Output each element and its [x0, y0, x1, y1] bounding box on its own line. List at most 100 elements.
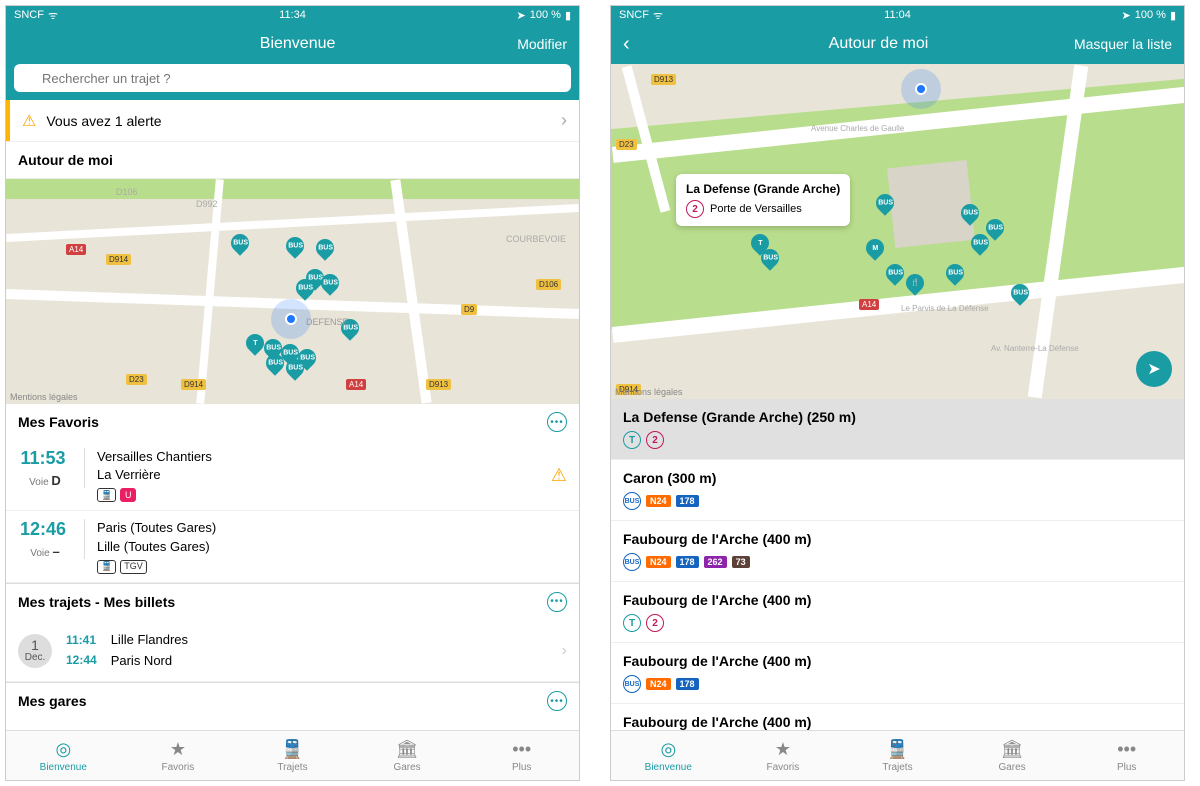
- tab-label: Gares: [998, 762, 1025, 773]
- tab-plus[interactable]: ••• Plus: [1069, 731, 1184, 780]
- tab-label: Bienvenue: [40, 762, 87, 773]
- line-badge: 178: [676, 556, 699, 568]
- tab-label: Bienvenue: [645, 762, 692, 773]
- destination-secondary: La Verrière: [97, 466, 539, 484]
- stop-name: Faubourg de l'Arche (400 m): [623, 653, 1172, 669]
- map-callout[interactable]: La Defense (Grande Arche) 2Porte de Vers…: [676, 174, 850, 226]
- favorites-more-button[interactable]: •••: [547, 412, 567, 432]
- trip-date: 1 Dec.: [18, 634, 52, 668]
- stop-name: Caron (300 m): [623, 470, 1172, 486]
- favoris-icon: ★: [775, 739, 791, 760]
- stop-item[interactable]: Caron (300 m) BUS N24 178: [611, 460, 1184, 521]
- bus-badge: BUS: [623, 492, 641, 510]
- line-badge: N24: [646, 556, 671, 568]
- plus-icon: •••: [512, 739, 531, 760]
- status-bar: SNCFᯤ 11:34 ➤100 %▮: [6, 6, 579, 24]
- carrier: SNCF: [14, 9, 44, 21]
- destination-primary: Versailles Chantiers: [97, 448, 539, 466]
- tab-bienvenue[interactable]: ◎ Bienvenue: [611, 731, 726, 780]
- departure-time: 11:53: [18, 448, 68, 469]
- tab-label: Gares: [393, 762, 420, 773]
- tram-badge: T: [623, 614, 641, 632]
- tab-favoris[interactable]: ★ Favoris: [121, 731, 236, 780]
- tab-trajets[interactable]: 🚆 Trajets: [235, 731, 350, 780]
- destination-primary: Paris (Toutes Gares): [97, 519, 567, 537]
- line-badge: 178: [676, 495, 699, 507]
- line-badge: 178: [676, 678, 699, 690]
- tab-trajets[interactable]: 🚆 Trajets: [840, 731, 955, 780]
- stop-item[interactable]: Faubourg de l'Arche (400 m) T2: [611, 704, 1184, 730]
- map-full[interactable]: D913 D23 A14 D914 Le Parvis de La Défens…: [611, 64, 1184, 399]
- track-label: Voie D: [18, 473, 72, 488]
- battery-text: 100 %: [1135, 9, 1166, 21]
- stop-item[interactable]: Faubourg de l'Arche (400 m) T2: [611, 582, 1184, 643]
- stop-item[interactable]: Faubourg de l'Arche (400 m) BUSN24178: [611, 643, 1184, 704]
- departure-time: 12:46: [18, 519, 68, 540]
- locate-button[interactable]: ➤: [1136, 351, 1172, 387]
- stations-title: Mes gares: [18, 693, 86, 709]
- trip-stations: Lille FlandresParis Nord: [111, 630, 548, 672]
- tab-favoris[interactable]: ★ Favoris: [726, 731, 841, 780]
- line-badges: 🚆TGV: [97, 560, 567, 574]
- bienvenue-icon: ◎: [55, 739, 71, 760]
- device-left: SNCFᯤ 11:34 ➤100 %▮ Bienvenue Modifier 🔍…: [5, 5, 580, 781]
- tab-label: Favoris: [766, 762, 799, 773]
- warning-icon: ⚠: [551, 465, 567, 486]
- hide-list-button[interactable]: Masquer la liste: [1074, 36, 1172, 52]
- status-time: 11:34: [200, 9, 386, 21]
- tab-label: Trajets: [882, 762, 912, 773]
- line-badges: 🚆U: [97, 488, 539, 502]
- nav-bar: Bienvenue Modifier: [6, 24, 579, 64]
- station-row[interactable]: 🏛 Lille Europe ›: [6, 719, 579, 730]
- warning-icon: ⚠: [22, 111, 36, 131]
- trips-more-button[interactable]: •••: [547, 592, 567, 612]
- carrier: SNCF: [619, 9, 649, 21]
- favorite-item[interactable]: 12:46 Voie – Paris (Toutes Gares) Lille …: [6, 511, 579, 582]
- favorites-title: Mes Favoris: [18, 414, 99, 430]
- wifi-icon: ᯤ: [48, 8, 58, 23]
- location-icon: ➤: [1122, 9, 1131, 22]
- stop-name: La Defense (Grande Arche) (250 m): [623, 409, 1172, 425]
- alert-text: Vous avez 1 alerte: [46, 113, 551, 129]
- tab-gares[interactable]: 🏛 Gares: [955, 731, 1070, 780]
- tab-label: Trajets: [277, 762, 307, 773]
- edit-button[interactable]: Modifier: [517, 36, 567, 52]
- back-button[interactable]: ‹: [623, 33, 683, 56]
- tab-label: Plus: [512, 762, 531, 773]
- search-input[interactable]: [14, 64, 571, 92]
- map-legal[interactable]: Mentions légales: [10, 392, 78, 402]
- stations-more-button[interactable]: •••: [547, 691, 567, 711]
- status-time: 11:04: [805, 9, 991, 21]
- trip-row[interactable]: 1 Dec. 11:4112:44 Lille FlandresParis No…: [6, 620, 579, 683]
- gares-icon: 🏛: [396, 739, 419, 760]
- line-2-badge: 2: [646, 431, 664, 449]
- device-right: SNCFᯤ 11:04 ➤100 %▮ ‹ Autour de moi Masq…: [610, 5, 1185, 781]
- battery-text: 100 %: [530, 9, 561, 21]
- page-title: Autour de moi: [683, 35, 1074, 53]
- map-preview[interactable]: D106 D992 COURBEVOIE A14 D914 D23 D106 D…: [6, 179, 579, 404]
- status-bar: SNCFᯤ 11:04 ➤100 %▮: [611, 6, 1184, 24]
- tab-gares[interactable]: 🏛 Gares: [350, 731, 465, 780]
- tab-bienvenue[interactable]: ◎ Bienvenue: [6, 731, 121, 780]
- line-badge: N24: [646, 495, 671, 507]
- tab-plus[interactable]: ••• Plus: [464, 731, 579, 780]
- battery-icon: ▮: [565, 9, 571, 22]
- trajets-icon: 🚆: [886, 739, 908, 760]
- stop-item[interactable]: Faubourg de l'Arche (400 m) BUSN24178262…: [611, 521, 1184, 582]
- map-legal[interactable]: Mentions légales: [615, 387, 683, 397]
- chevron-right-icon: ›: [561, 110, 567, 131]
- stop-item[interactable]: La Defense (Grande Arche) (250 m) T2: [611, 399, 1184, 460]
- tram-badge: T: [623, 431, 641, 449]
- bienvenue-icon: ◎: [660, 739, 676, 760]
- trajets-icon: 🚆: [281, 739, 303, 760]
- bus-badge: BUS: [623, 553, 641, 571]
- line-badge: N24: [646, 678, 671, 690]
- around-me-header: Autour de moi: [6, 142, 579, 179]
- gares-icon: 🏛: [1001, 739, 1024, 760]
- favorite-item[interactable]: 11:53 Voie D Versailles Chantiers La Ver…: [6, 440, 579, 511]
- stop-name: Faubourg de l'Arche (400 m): [623, 531, 1172, 547]
- line-2-badge: 2: [646, 614, 664, 632]
- stop-name: Faubourg de l'Arche (400 m): [623, 714, 1172, 730]
- alert-row[interactable]: ⚠ Vous avez 1 alerte ›: [6, 100, 579, 141]
- battery-icon: ▮: [1170, 9, 1176, 22]
